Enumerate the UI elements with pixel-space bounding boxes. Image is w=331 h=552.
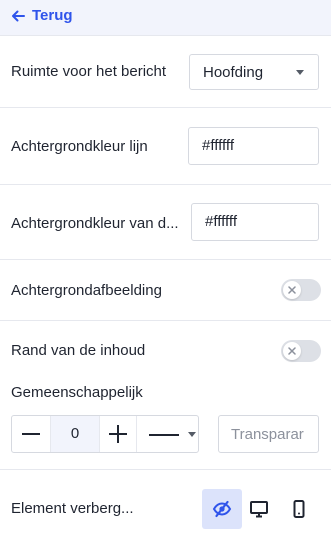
border-style-select[interactable]: [137, 416, 199, 452]
bg-afbeelding-toggle[interactable]: [281, 279, 321, 301]
verberg-label: Element verberg...: [11, 500, 134, 517]
minus-icon: [22, 433, 40, 435]
bg-van-color-input[interactable]: [205, 213, 305, 230]
bg-afbeelding-row: Achtergrondafbeelding: [0, 260, 331, 321]
close-icon: [288, 286, 296, 294]
back-label: Terug: [32, 7, 73, 24]
transparency-label: Transparar: [231, 426, 304, 443]
toggle-knob: [283, 342, 301, 360]
increment-button[interactable]: [100, 416, 138, 452]
bg-afbeelding-label: Achtergrondafbeelding: [11, 282, 162, 299]
panel-header: Terug: [0, 0, 331, 36]
bg-lijn-color-field[interactable]: [188, 127, 319, 165]
mobile-button[interactable]: [279, 489, 319, 529]
mobile-icon: [293, 500, 305, 518]
plus-icon: [109, 425, 127, 443]
bg-van-label: Achtergrondkleur van d...: [11, 215, 179, 232]
ruimte-row: Ruimte voor het bericht Hoofding: [0, 36, 331, 108]
ruimte-label: Ruimte voor het bericht: [11, 63, 167, 80]
bg-van-color-field[interactable]: [191, 203, 319, 241]
caret-down-icon: [296, 70, 304, 75]
hide-element-button[interactable]: [202, 489, 242, 529]
solid-line-icon: [149, 434, 179, 436]
toggle-knob: [283, 281, 301, 299]
border-width-value[interactable]: 0: [50, 416, 100, 452]
desktop-icon: [250, 501, 268, 518]
rand-toggle[interactable]: [281, 340, 321, 362]
bg-van-row: Achtergrondkleur van d...: [0, 185, 331, 260]
decrement-button[interactable]: [12, 416, 50, 452]
desktop-button[interactable]: [239, 489, 279, 529]
close-icon: [288, 347, 296, 355]
eye-off-icon: [212, 500, 232, 518]
bg-lijn-label: Achtergrondkleur lijn: [11, 138, 148, 155]
caret-down-icon: [188, 432, 196, 437]
arrow-left-icon: [12, 10, 25, 21]
ruimte-select[interactable]: Hoofding: [189, 54, 319, 90]
rand-label: Rand van de inhoud: [11, 342, 146, 359]
border-stepper: 0: [11, 415, 199, 453]
bg-lijn-color-input[interactable]: [202, 137, 302, 154]
transparency-button[interactable]: Transparar: [218, 415, 319, 453]
back-button[interactable]: Terug: [11, 7, 73, 24]
ruimte-select-value: Hoofding: [203, 64, 264, 81]
bg-lijn-row: Achtergrondkleur lijn: [0, 108, 331, 185]
gemeenschappelijk-label: Gemeenschappelijk: [11, 384, 143, 401]
